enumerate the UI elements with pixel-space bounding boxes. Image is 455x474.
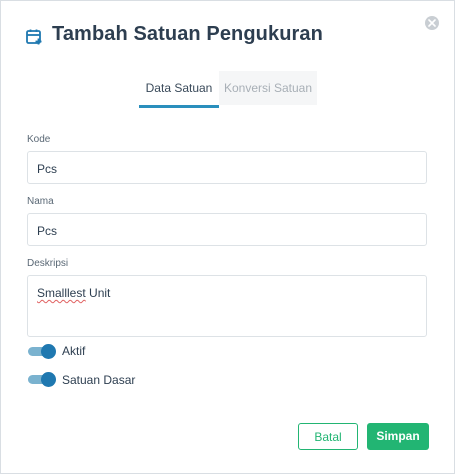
deskripsi-value: Smalllest Unit xyxy=(37,286,110,300)
kode-label: Kode xyxy=(27,134,51,145)
misspelled-word: Smalllest xyxy=(37,286,86,300)
close-icon xyxy=(428,19,436,27)
aktif-toggle[interactable] xyxy=(28,344,56,359)
deskripsi-textarea[interactable]: Smalllest Unit xyxy=(27,275,427,337)
deskripsi-label: Deskripsi xyxy=(27,258,69,269)
kode-value: Pcs xyxy=(37,162,58,176)
kode-field[interactable]: Pcs xyxy=(27,151,427,184)
save-button[interactable]: Simpan xyxy=(367,423,429,450)
tab-konversi-satuan[interactable]: Konversi Satuan xyxy=(219,71,317,105)
nama-label: Nama xyxy=(27,196,54,207)
toggle-knob xyxy=(41,344,56,359)
satuan-dasar-toggle[interactable] xyxy=(28,372,56,387)
toggle-knob xyxy=(41,372,56,387)
satuan-dasar-label: Satuan Dasar xyxy=(62,373,136,387)
tab-data-satuan[interactable]: Data Satuan xyxy=(139,71,219,108)
calendar-add-icon xyxy=(26,29,42,45)
aktif-label: Aktif xyxy=(62,344,86,358)
deskripsi-suffix: Unit xyxy=(85,286,111,300)
nama-field[interactable]: Pcs xyxy=(27,213,427,246)
dialog-title: Tambah Satuan Pengukuran xyxy=(52,23,323,45)
close-button[interactable] xyxy=(425,16,439,30)
nama-value: Pcs xyxy=(37,224,58,238)
add-unit-dialog: Tambah Satuan Pengukuran Data Satuan Kon… xyxy=(0,0,455,474)
cancel-button[interactable]: Batal xyxy=(298,423,358,450)
